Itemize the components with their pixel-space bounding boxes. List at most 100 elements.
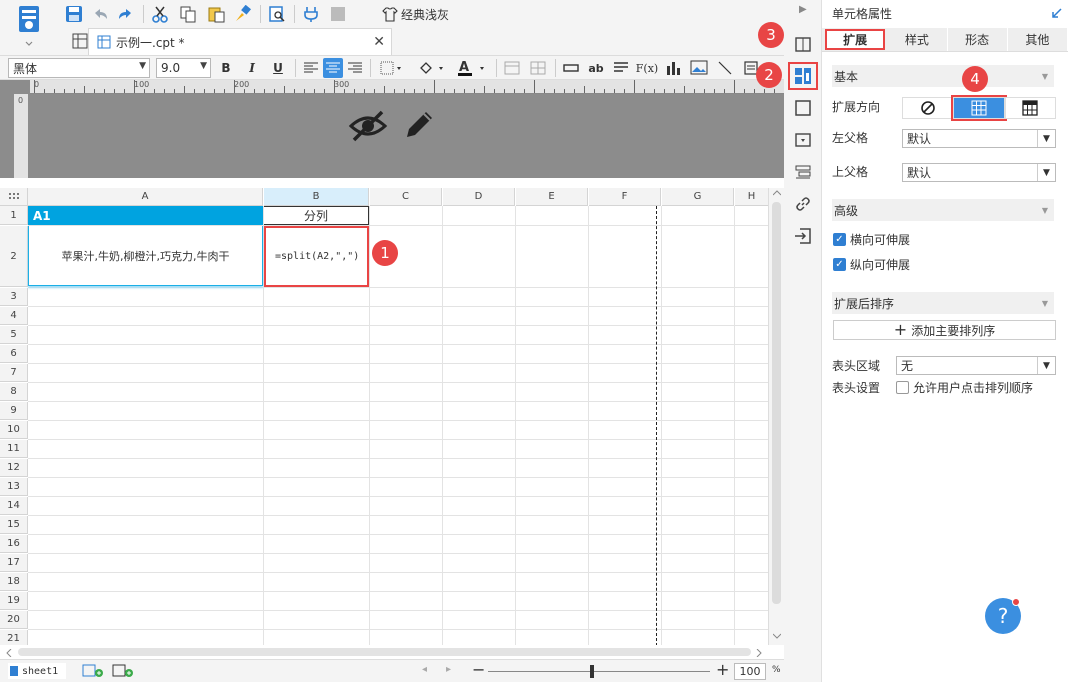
insert-cell-icon[interactable] [561,58,581,78]
column-header[interactable]: G [662,188,734,206]
widget-settings-icon[interactable] [793,34,813,54]
rich-text-icon[interactable] [611,58,631,78]
left-parent-select[interactable]: 默认 ▼ [902,129,1056,148]
condition-attr-icon[interactable] [793,162,813,182]
text-icon[interactable]: ab [586,58,606,78]
chevron-right-icon[interactable]: ▶ [799,4,807,15]
template-icon[interactable] [328,4,348,24]
column-header[interactable]: C [370,188,442,206]
row-header[interactable]: 7 [0,364,28,382]
copy-icon[interactable] [178,4,198,24]
redo-icon[interactable] [116,4,136,24]
add-sort-button[interactable]: + 添加主要排列序 [833,320,1056,340]
row-header[interactable]: 20 [0,611,28,629]
tab-style[interactable]: 样式 [887,28,948,51]
row-header[interactable]: 14 [0,497,28,515]
row-header[interactable]: 21 [0,630,28,645]
chevron-down-icon[interactable] [773,633,781,639]
cell-b1[interactable]: 分列 [264,206,369,225]
tab-form[interactable]: 形态 [948,28,1008,51]
app-menu-button[interactable] [0,0,58,56]
zoom-input[interactable]: 100 [734,663,766,680]
cell-element-icon[interactable] [788,62,818,90]
bold-button[interactable]: B [216,58,236,78]
scroll-thumb[interactable] [18,648,751,656]
chevron-up-icon[interactable] [773,190,781,196]
row-header[interactable]: 18 [0,573,28,591]
chart-icon[interactable] [663,58,683,78]
plugin-icon[interactable] [301,4,321,24]
row-header[interactable]: 11 [0,440,28,458]
cut-icon[interactable] [150,4,170,24]
image-icon[interactable] [689,58,709,78]
save-icon[interactable] [64,4,84,24]
tab-expand[interactable]: 扩展 [825,29,886,50]
add-poly-sheet-icon[interactable] [112,664,134,678]
paste-icon[interactable] [206,4,226,24]
column-header[interactable]: E [516,188,588,206]
underline-button[interactable]: U [268,58,288,78]
chevron-right-icon[interactable] [756,649,762,657]
vertical-expand-button[interactable] [951,95,1007,121]
column-header[interactable]: D [443,188,515,206]
align-left-icon[interactable] [301,58,321,78]
vertical-expandable-checkbox[interactable]: ✓ 纵向可伸展 [833,256,910,273]
row-header[interactable]: 4 [0,307,28,325]
collapse-arrow-icon[interactable] [1052,8,1062,18]
tab-other[interactable]: 其他 [1008,28,1068,51]
format-painter-icon[interactable] [233,4,253,24]
slash-icon[interactable] [715,58,735,78]
help-button[interactable]: ? [985,598,1021,634]
close-icon[interactable]: ✕ [373,34,385,50]
row-header[interactable]: 15 [0,516,28,534]
column-header[interactable]: F [589,188,661,206]
sheet-next-icon[interactable]: ▸ [446,664,451,675]
section-advanced[interactable]: 高级 ▼ [832,199,1054,221]
font-family-select[interactable]: 黑体 ▼ [8,58,150,78]
row-header[interactable]: 3 [0,288,28,306]
border-icon[interactable] [378,58,406,78]
row-header[interactable]: 12 [0,459,28,477]
hyperlink-icon[interactable] [793,194,813,214]
cell-a1[interactable]: A1 [28,206,263,225]
zoom-slider-handle[interactable] [590,665,594,678]
fill-color-icon[interactable] [416,58,448,78]
sheet-prev-icon[interactable]: ◂ [422,664,427,675]
widget-icon[interactable] [793,130,813,150]
italic-button[interactable]: I [242,58,262,78]
horizontal-expand-button[interactable] [1004,97,1056,119]
top-parent-select[interactable]: 默认 ▼ [902,163,1056,182]
sheet-tab[interactable]: sheet1 [8,663,67,679]
column-header[interactable]: A [28,188,263,206]
section-basic[interactable]: 基本 ▼ [832,65,1054,87]
split-cell-icon[interactable] [528,58,548,78]
zoom-slider[interactable] [488,671,710,672]
chevron-left-icon[interactable] [6,649,12,657]
font-color-icon[interactable]: A [455,58,489,78]
cell-a2[interactable]: 苹果汁,牛奶,柳橙汁,巧克力,牛肉干 [28,226,263,286]
align-right-icon[interactable] [345,58,365,78]
zoom-out-icon[interactable]: − [472,660,485,679]
theme-selector[interactable]: 经典浅灰 [382,4,449,24]
merge-cell-icon[interactable] [502,58,522,78]
cell-b2[interactable]: =split(A2,",") [264,226,369,287]
select-all-corner[interactable] [0,188,28,206]
header-area-select[interactable]: 无 ▼ [896,356,1056,375]
row-header[interactable]: 10 [0,421,28,439]
row-header[interactable]: 5 [0,326,28,344]
vertical-scrollbar[interactable] [768,188,784,645]
grid-view-icon[interactable] [70,31,90,51]
undo-icon[interactable] [90,4,110,24]
row-header[interactable]: 13 [0,478,28,496]
row-header[interactable]: 1 [0,206,28,225]
section-sort[interactable]: 扩展后排序 ▼ [832,292,1054,314]
row-header[interactable]: 8 [0,383,28,401]
edit-pencil-icon[interactable] [402,108,436,142]
zoom-in-icon[interactable]: + [716,660,729,679]
data-entry-icon[interactable] [793,226,813,246]
row-header[interactable]: 6 [0,345,28,363]
no-expand-button[interactable] [902,97,954,119]
allow-user-sort-checkbox[interactable]: 允许用户点击排列顺序 [896,379,1033,396]
row-header[interactable]: 2 [0,226,28,287]
row-header[interactable]: 9 [0,402,28,420]
